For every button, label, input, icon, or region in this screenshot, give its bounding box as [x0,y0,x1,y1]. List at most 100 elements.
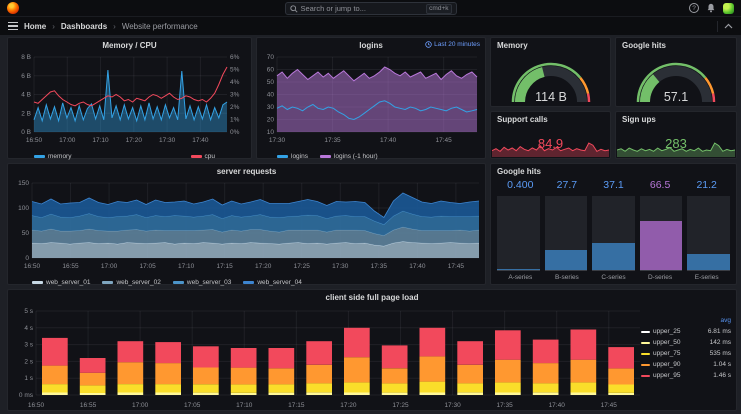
legend-avg-value: 1.04 s [713,361,731,368]
bar-value-label: 21.2 [696,179,717,191]
panel-title[interactable]: Memory / CPU [8,38,251,53]
legend-color-dash [641,330,650,333]
server-requests-chart[interactable]: 16:50 16:55 17:00 17:05 17:10 17:15 17:20 17:25… [8,179,485,271]
svg-text:8 B: 8 B [21,54,31,61]
legend-item[interactable]: logins (-1 hour) [319,153,378,160]
time-range-link[interactable]: Last 20 minutes [425,41,480,48]
legend-label: upper_75 [653,350,681,357]
svg-text:6%: 6% [230,54,240,61]
panel-title[interactable]: client side full page load [8,290,736,305]
svg-text:17:35: 17:35 [371,263,388,270]
panel-title[interactable]: Support calls [491,112,610,127]
legend-label: web_server_02 [116,279,161,286]
svg-text:17:00: 17:00 [59,137,76,144]
bar-column[interactable] [497,196,540,271]
svg-text:17:30: 17:30 [444,402,461,409]
bar-category-label: B-series [554,274,579,281]
breadcrumb-home[interactable]: Home [24,22,46,31]
svg-text:70: 70 [267,54,275,61]
svg-text:0: 0 [25,255,29,262]
svg-text:4%: 4% [230,79,240,86]
svg-text:4 B: 4 B [21,92,31,99]
chevron-up-icon[interactable] [724,23,733,29]
legend-item[interactable]: memory [34,153,71,160]
legend-item[interactable]: upper_50 142 ms [641,337,731,348]
svg-text:50: 50 [267,79,275,86]
legend-item[interactable]: web_server_03 [172,279,232,286]
search-input[interactable]: Search or jump to... cmd+k [284,2,457,15]
bar-column[interactable] [544,196,588,271]
legend-item[interactable]: web_server_04 [243,279,302,286]
legend-color-dash [641,363,650,366]
top-nav-bar: Search or jump to... cmd+k ? [0,0,741,17]
memory-cpu-chart[interactable]: 16:50 17:00 17:10 17:20 17:30 17:40 0 B 2 B 4 B 6… [8,53,251,145]
page-load-chart[interactable]: 16:50 16:55 17:00 17:05 17:10 17:15 17:20 17:25… [8,305,736,410]
svg-text:17:25: 17:25 [294,263,311,270]
legend-color-dash [172,281,184,284]
panel-logins: logins Last 20 minutes 17:30 17:35 17:40 17… [256,37,486,160]
legend-item[interactable]: web_server_01 [32,279,90,286]
legend-label: memory [48,153,72,160]
breadcrumb-dashboards[interactable]: Dashboards [61,22,107,31]
legend-label: logins (-1 hour) [333,153,378,160]
help-icon[interactable]: ? [689,3,699,13]
panel-memory-gauge: Memory 114 B [490,37,611,107]
logins-chart[interactable]: 17:30 17:35 17:40 17:45 10 20 30 40 50 60 70 [257,53,485,145]
legend-item[interactable]: upper_75 535 ms [641,348,731,359]
breadcrumb-current-page: Website performance [121,21,198,31]
logins-legend: logins logins (-1 hour) [257,150,485,163]
menu-icon[interactable] [8,21,18,31]
panel-title[interactable]: Memory [491,38,610,53]
clock-icon [425,41,432,48]
legend-avg-value: 6.81 ms [707,328,731,335]
legend-item[interactable]: cpu [190,153,215,160]
bell-icon[interactable] [706,3,716,13]
svg-text:16:55: 16:55 [80,402,97,409]
panel-server-requests: server requests 16:50 16:55 17:00 17:05 17:1… [7,163,486,286]
user-avatar[interactable] [723,2,734,14]
legend-avg-value: 535 ms [709,350,731,357]
svg-text:17:10: 17:10 [178,263,195,270]
svg-text:17:30: 17:30 [269,137,286,144]
panel-title[interactable]: Sign ups [616,112,736,127]
svg-text:17:15: 17:15 [217,263,234,270]
legend-avg-header[interactable]: avg [641,317,731,324]
bar-column[interactable] [687,196,730,271]
dashboard-canvas: Memory / CPU 16:50 17:00 17:10 17:20 17:30 17… [0,35,741,414]
legend-avg-value: 1.46 s [713,372,731,379]
svg-text:3 s: 3 s [24,342,33,349]
svg-text:17:40: 17:40 [549,402,566,409]
bar-column[interactable] [592,196,635,271]
legend-label: upper_95 [653,372,681,379]
breadcrumb-separator: › [52,21,55,31]
legend-item[interactable]: logins [277,153,308,160]
legend-color-dash [641,374,650,377]
legend-color-dash [641,341,650,344]
svg-text:0 ms: 0 ms [19,392,34,399]
legend-item[interactable]: upper_25 6.81 ms [641,326,731,337]
legend-item[interactable]: web_server_02 [102,279,161,286]
svg-text:6 B: 6 B [21,73,31,80]
gauge-value: 57.1 [664,90,688,104]
legend-item[interactable]: upper_90 1.04 s [641,359,731,370]
bar-category-label: D-series [647,274,673,281]
shortcut-badge: cmd+k [426,3,452,14]
svg-text:16:50: 16:50 [28,402,45,409]
legend-label: logins [291,153,308,160]
panel-sign-ups: Sign ups 283 [615,111,737,159]
svg-text:16:50: 16:50 [26,137,43,144]
bar-column[interactable] [639,196,683,271]
legend-item[interactable]: upper_95 1.46 s [641,370,731,381]
grafana-logo-icon[interactable] [7,2,19,14]
divider [717,20,718,32]
panel-title[interactable]: Google hits [491,164,736,179]
svg-text:16:50: 16:50 [24,263,41,270]
svg-text:30: 30 [267,104,275,111]
svg-text:0%: 0% [230,129,240,136]
sign-ups-sparkline [617,142,735,157]
panel-title[interactable]: server requests [8,164,485,179]
panel-title[interactable]: Google hits [616,38,736,53]
svg-text:17:40: 17:40 [380,137,397,144]
legend-label: web_server_03 [186,279,232,286]
gauge-value: 114 B [535,90,567,104]
